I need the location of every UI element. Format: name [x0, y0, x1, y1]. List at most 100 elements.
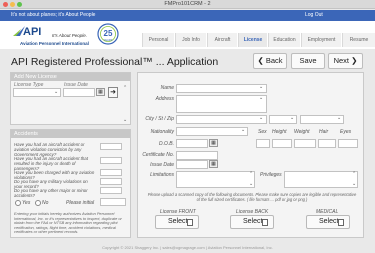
calendar-icon[interactable]: ▦ — [209, 160, 218, 168]
city-input[interactable] — [176, 115, 267, 124]
weight-input[interactable] — [294, 139, 316, 148]
accidents-title: Accidents — [11, 130, 130, 138]
initial-label: Please initial — [66, 200, 95, 206]
svg-text:YEARS: YEARS — [104, 38, 113, 42]
accident-answer-5[interactable] — [100, 187, 122, 194]
no-radio[interactable] — [35, 200, 41, 206]
no-label: No — [42, 200, 49, 206]
issue-date-label: Issue Date — [150, 162, 174, 168]
address-label: Address — [155, 96, 174, 102]
privileges-input[interactable] — [284, 171, 358, 188]
save-button[interactable]: Save — [291, 53, 325, 69]
window-titlebar: FMPro101CRM - 2 — [0, 0, 375, 9]
back-label: Back — [265, 56, 283, 65]
accident-question-5: Do you have any other major or minor acc… — [14, 188, 88, 199]
tab-job-info[interactable]: Job Info — [175, 33, 206, 47]
scroll-down-icon[interactable]: ⌄ — [249, 181, 253, 187]
tab-license[interactable]: License — [238, 33, 267, 47]
tab-employment[interactable]: Employment — [301, 33, 341, 47]
accident-answer-3[interactable] — [100, 169, 122, 176]
limitations-input[interactable] — [176, 171, 255, 188]
certificate-number-input[interactable] — [176, 151, 218, 160]
address-input[interactable] — [176, 95, 267, 113]
svg-text:25: 25 — [104, 29, 113, 38]
chevron-down-icon: ⌄ — [54, 89, 59, 95]
name-label: Name — [160, 85, 174, 91]
height-label: Height — [272, 129, 287, 135]
add-license-arrow-icon[interactable]: ➜ — [108, 87, 118, 98]
tab-aircraft[interactable]: Aircraft — [207, 33, 237, 47]
city-state-zip-label: City / St / Zip — [145, 116, 174, 122]
yes-radio[interactable] — [15, 200, 21, 206]
chevron-down-icon: ⌄ — [241, 127, 246, 133]
scroll-up-icon[interactable]: ⌃ — [352, 171, 356, 177]
eyes-input[interactable] — [338, 139, 358, 148]
add-license-panel: Add New License License Type Issue Date … — [10, 72, 131, 125]
select-medical-button[interactable]: Select — [306, 215, 350, 229]
document-icon — [262, 219, 268, 226]
page-title: API Registered Professional™ ... Applica… — [11, 56, 219, 68]
yes-label: Yes — [22, 200, 31, 206]
calendar-icon[interactable]: ▦ — [209, 139, 218, 147]
chevron-down-icon: ⌄ — [259, 84, 264, 90]
scroll-down-icon[interactable]: ⌄ — [123, 117, 127, 123]
accident-answer-2[interactable] — [100, 157, 122, 164]
footer-copyright: Copyright © 2021 Shaggery Inc. | sales@o… — [102, 245, 273, 250]
certificate-number-label: Certificate No. — [142, 152, 174, 158]
tab-resume[interactable]: Resume — [342, 33, 375, 47]
svg-text:API: API — [23, 26, 41, 37]
weight-label: Weight — [294, 129, 310, 135]
tab-education[interactable]: Education — [268, 33, 300, 47]
25-years-badge-icon: 25 YEARS — [97, 23, 119, 45]
nationality-label: Nationality — [150, 129, 174, 135]
height-input[interactable] — [272, 139, 292, 148]
sex-input[interactable] — [256, 139, 270, 148]
limitations-label: Limitations — [150, 172, 174, 178]
chevron-right-icon: ❯ — [351, 56, 358, 65]
window-title: FMPro101CRM - 2 — [164, 1, 211, 7]
next-button[interactable]: Next ❯ — [328, 53, 363, 69]
document-icon — [338, 219, 344, 226]
select-label: Select — [168, 218, 188, 225]
chevron-down-icon: ⌄ — [259, 95, 264, 101]
hair-label: Hair — [319, 129, 329, 135]
select-label: Select — [243, 218, 263, 225]
tab-personal[interactable]: Personal — [142, 33, 174, 47]
document-icon — [187, 219, 193, 226]
select-license-back-button[interactable]: Select — [230, 215, 274, 229]
scroll-up-icon[interactable]: ⌃ — [123, 85, 127, 91]
initial-input[interactable] — [100, 198, 126, 206]
authorization-disclaimer: Entering your initials hereby authorizes… — [14, 211, 122, 235]
sex-label: Sex — [258, 129, 267, 135]
dob-label: D.O.B. — [158, 141, 174, 147]
hair-input[interactable] — [318, 139, 336, 148]
chevron-left-icon: ❮ — [257, 56, 264, 65]
add-license-title: Add New License — [11, 73, 130, 81]
chevron-down-icon: ⌄ — [337, 115, 342, 121]
privileges-label: Privileges — [260, 172, 282, 178]
top-bar: It's not about planes; it's About People… — [0, 10, 375, 21]
tagline: It's About People. — [52, 33, 87, 38]
next-label: Next — [333, 56, 350, 65]
chevron-down-icon: ⌄ — [259, 115, 264, 121]
calendar-icon[interactable]: ▦ — [96, 88, 105, 96]
eyes-label: Eyes — [340, 129, 352, 135]
select-label: Select — [319, 218, 339, 225]
dob-input[interactable] — [176, 139, 208, 148]
logout-link[interactable]: Log Out — [305, 12, 323, 18]
name-input[interactable] — [176, 84, 267, 93]
api-logo: API — [11, 23, 51, 37]
nationality-select[interactable] — [176, 127, 248, 136]
chevron-down-icon: ⌄ — [290, 115, 295, 121]
issue-date-input[interactable] — [63, 88, 95, 97]
motto-text: It's not about planes; it's About People — [11, 12, 96, 18]
license-issue-date-input[interactable] — [176, 160, 208, 169]
org-name: Aviation Personnel International — [20, 41, 89, 46]
back-button[interactable]: ❮ Back — [253, 53, 287, 69]
upload-instructions: Please upload a scanned copy of the foll… — [147, 192, 357, 202]
scroll-up-icon[interactable]: ⌃ — [249, 171, 253, 177]
accident-answer-4[interactable] — [100, 178, 122, 185]
scroll-down-icon[interactable]: ⌄ — [352, 181, 356, 187]
accident-answer-1[interactable] — [100, 143, 122, 150]
select-license-front-button[interactable]: Select — [155, 215, 199, 229]
